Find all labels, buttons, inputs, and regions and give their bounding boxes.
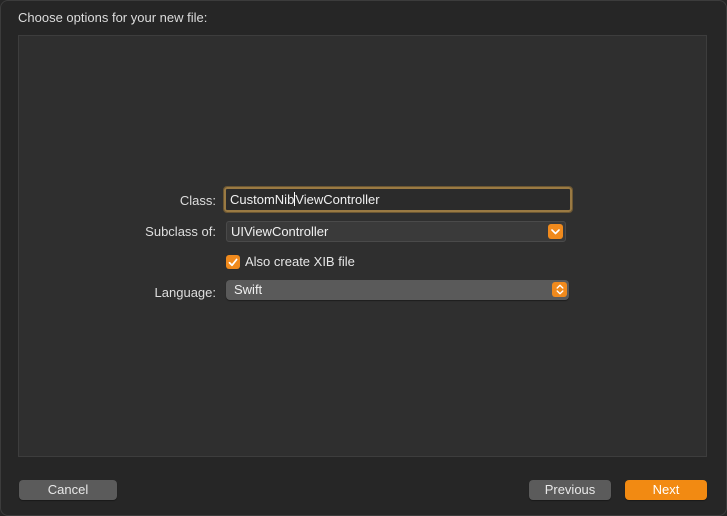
class-value-after-cursor: ViewController — [295, 192, 380, 207]
subclass-combobox[interactable]: UIViewController — [226, 221, 566, 242]
previous-button[interactable]: Previous — [529, 480, 611, 500]
xib-checkbox[interactable] — [226, 255, 240, 269]
checkmark-icon — [228, 258, 238, 266]
class-name-input[interactable]: CustomNibViewController — [223, 186, 573, 213]
class-label: Class: — [179, 193, 216, 208]
language-label: Language: — [154, 285, 216, 300]
sheet-title: Choose options for your new file: — [18, 10, 208, 25]
class-value-before-cursor: CustomNib — [230, 192, 295, 207]
options-panel — [18, 35, 707, 457]
chevron-down-icon[interactable] — [548, 224, 563, 239]
up-down-chevrons-icon — [552, 282, 567, 297]
language-value: Swift — [234, 282, 263, 297]
xib-checkbox-label[interactable]: Also create XIB file — [245, 254, 355, 269]
subclass-label: Subclass of: — [145, 224, 216, 239]
cancel-button[interactable]: Cancel — [19, 480, 117, 500]
language-popup[interactable]: Swift — [226, 280, 569, 300]
subclass-value: UIViewController — [231, 224, 329, 239]
next-button[interactable]: Next — [625, 480, 707, 500]
